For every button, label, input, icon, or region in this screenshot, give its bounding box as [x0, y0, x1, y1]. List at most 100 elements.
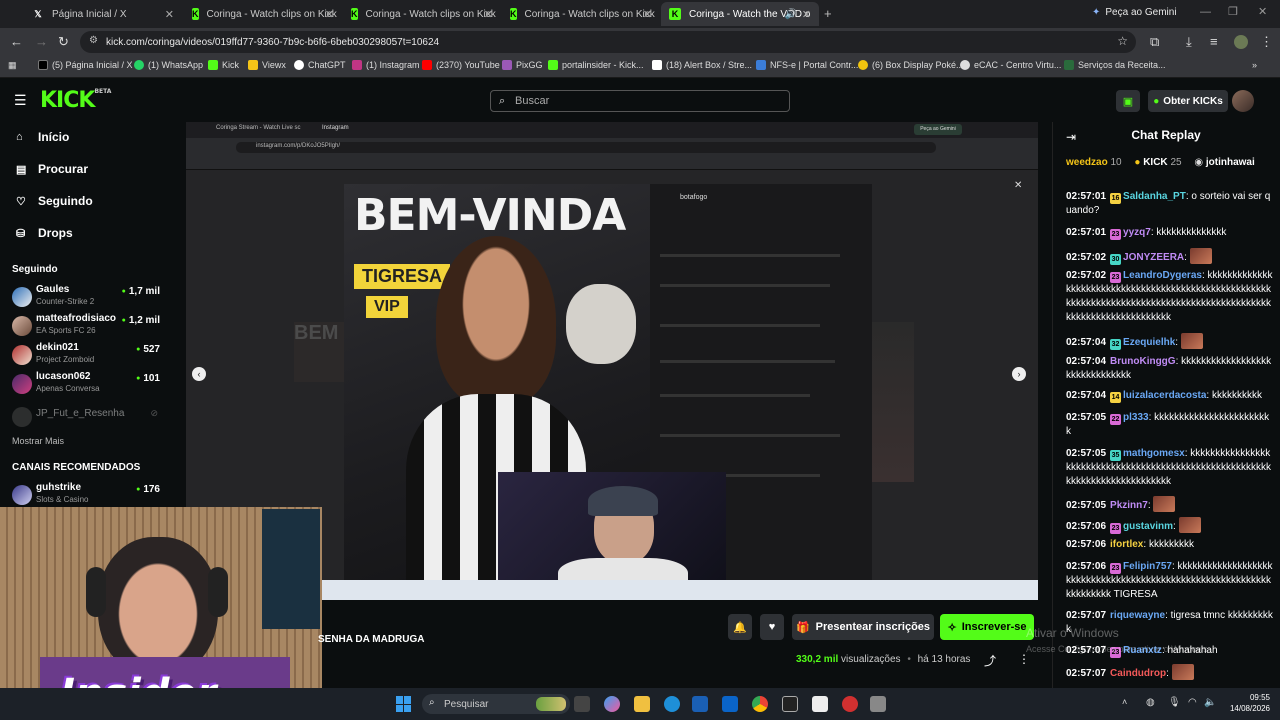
gemini-button[interactable]: ✦ Peça ao Gemini — [1092, 7, 1177, 18]
nav-drops[interactable]: ⛁ Drops — [16, 226, 73, 240]
outlook-icon[interactable] — [722, 696, 738, 712]
bookmark-item[interactable]: NFS-e | Portal Contr... — [756, 60, 858, 70]
channel-item[interactable]: dekin021 Project Zomboid 527 — [12, 342, 162, 368]
browser-tab[interactable]: K Coringa - Watch clips on Kick ✕ — [502, 2, 660, 26]
channel-item[interactable]: Gaules Counter-Strike 2 1,7 mil — [12, 284, 162, 310]
bookmark-item[interactable]: Kick — [208, 60, 239, 70]
taskbar-search[interactable]: ⌕ Pesquisar — [422, 694, 570, 714]
notification-bell-icon[interactable]: 🔔 — [728, 614, 752, 640]
browser-tab[interactable]: 𝕏 Página Inicial / X ✕ — [24, 2, 182, 26]
close-icon[interactable]: ✕ — [484, 8, 493, 21]
search-input[interactable]: ⌕ Buscar — [490, 90, 790, 112]
message-username[interactable]: JONYZEERA — [1123, 252, 1184, 263]
file-explorer-icon[interactable] — [634, 696, 650, 712]
kick-logo[interactable]: KICKBETA — [40, 88, 111, 113]
message-username[interactable]: yyzq7 — [1123, 227, 1151, 238]
get-kicks-button[interactable]: ● Obter KICKs — [1148, 90, 1228, 112]
speaker-icon[interactable]: 🔊 — [785, 9, 797, 20]
nav-browse[interactable]: ▤ Procurar — [16, 162, 88, 176]
maximize-icon[interactable]: ❐ — [1228, 5, 1238, 18]
bookmark-item[interactable]: portalinsider - Kick... — [548, 60, 644, 70]
close-window-icon[interactable]: ✕ — [1258, 5, 1267, 18]
bookmark-item[interactable]: (18) Alert Box / Stre... — [652, 60, 752, 70]
bookmark-item[interactable]: Viewx — [248, 60, 286, 70]
notepad-icon[interactable] — [812, 696, 828, 712]
network-icon[interactable]: ◍ — [1146, 697, 1155, 708]
subscribe-button[interactable]: ✧ Inscrever-se — [940, 614, 1034, 640]
more-bookmarks-icon[interactable]: » — [1252, 60, 1257, 70]
app-icon[interactable] — [870, 696, 886, 712]
windows-start-icon[interactable] — [396, 696, 412, 712]
taskbar-clock[interactable]: 09:55 14/08/2026 — [1222, 692, 1270, 714]
channel-item[interactable]: lucason062 Apenas Conversa 101 — [12, 371, 162, 397]
bookmark-item[interactable]: (6) Box Display Poké... — [858, 60, 964, 70]
more-options-icon[interactable]: ⋮ — [1018, 652, 1030, 666]
task-view-icon[interactable] — [574, 696, 590, 712]
wifi-icon[interactable]: ◠ — [1188, 697, 1197, 708]
tray-chevron-icon[interactable]: ˄ — [1122, 697, 1127, 707]
message-username[interactable]: mathgomesx — [1123, 448, 1185, 459]
hamburger-menu-icon[interactable]: ☰ — [14, 92, 27, 109]
kick-prime-icon[interactable]: ▣ — [1116, 90, 1140, 112]
app-icon[interactable] — [782, 696, 798, 712]
bookmark-item[interactable]: ChatGPT — [294, 60, 346, 70]
site-info-icon[interactable]: ⚙ — [89, 35, 98, 46]
close-icon[interactable]: ✕ — [643, 8, 652, 21]
browser-tab[interactable]: K Coringa - Watch clips on Kick ✕ — [343, 2, 501, 26]
message-username[interactable]: Ezequielhk — [1123, 337, 1175, 348]
show-more-link[interactable]: Mostrar Mais — [12, 436, 64, 446]
follow-heart-icon[interactable]: ♥ — [760, 614, 784, 640]
message-username[interactable]: BrunoKinggG — [1110, 356, 1176, 367]
message-username[interactable]: Pkzinn7 — [1110, 500, 1148, 511]
channel-item[interactable]: matteafrodisiaco EA Sports FC 26 1,2 mil — [12, 313, 162, 339]
volume-icon[interactable]: 🔈 — [1204, 697, 1216, 708]
message-username[interactable]: LeandroDygeras — [1123, 270, 1202, 281]
message-username[interactable]: Caindudrop — [1110, 668, 1166, 679]
copilot-icon[interactable] — [604, 696, 620, 712]
message-username[interactable]: ifortlex — [1110, 539, 1143, 550]
browser-tab[interactable]: K Coringa - Watch clips on Kick ✕ — [184, 2, 342, 26]
media-control-icon[interactable]: ≡ — [1210, 34, 1218, 49]
menu-icon[interactable]: ⋮ — [1260, 34, 1273, 50]
back-icon[interactable]: ← — [10, 34, 23, 49]
minimize-icon[interactable]: — — [1200, 6, 1211, 18]
message-username[interactable]: gustavinm — [1123, 521, 1173, 532]
url-field[interactable]: ⚙ kick.com/coringa/videos/019ffd77-9360-… — [80, 31, 1136, 53]
message-username[interactable]: pl333 — [1123, 412, 1149, 423]
chrome-icon[interactable] — [752, 696, 768, 712]
user-avatar[interactable] — [1232, 90, 1254, 112]
browser-tab-active[interactable]: K Coringa - Watch the VOD o 🔊 ✕ — [661, 2, 819, 26]
store-icon[interactable] — [692, 696, 708, 712]
profile-avatar[interactable] — [1234, 35, 1248, 49]
forward-icon[interactable]: → — [35, 34, 48, 49]
channel-item[interactable]: guhstrike Slots & Casino 176 — [12, 482, 162, 508]
app-icon[interactable] — [842, 696, 858, 712]
close-icon[interactable]: ✕ — [165, 8, 174, 21]
bookmark-item[interactable]: Serviços da Receita... — [1064, 60, 1166, 70]
apps-icon[interactable]: ▦ — [8, 60, 17, 71]
bookmark-item[interactable]: (1) Instagram — [352, 60, 420, 70]
nav-following[interactable]: ♡ Seguindo — [16, 194, 93, 208]
message-username[interactable]: Felipin757 — [1123, 561, 1172, 572]
new-tab-icon[interactable]: + — [824, 6, 832, 21]
reload-icon[interactable]: ↻ — [58, 34, 69, 50]
download-icon[interactable]: ⤓ — [1186, 34, 1192, 50]
channel-item-offline[interactable]: JP_Fut_e_Resenha ⊘ — [12, 404, 162, 430]
bookmark-item[interactable]: PixGG — [502, 60, 543, 70]
bookmark-star-icon[interactable]: ☆ — [1117, 34, 1128, 48]
close-icon[interactable]: ✕ — [325, 8, 334, 21]
extensions-icon[interactable]: ⧉ — [1150, 34, 1159, 50]
message-username[interactable]: Saldanha_PT — [1123, 191, 1186, 202]
bookmark-item[interactable]: (1) WhatsApp — [134, 60, 203, 70]
message-username[interactable]: luizalacerdacosta — [1123, 390, 1206, 401]
edge-icon[interactable] — [664, 696, 680, 712]
bookmark-item[interactable]: (2370) YouTube — [422, 60, 500, 70]
bookmark-item[interactable]: eCAC - Centro Virtu... — [960, 60, 1061, 70]
bookmark-item[interactable]: (5) Página Inicial / X — [38, 60, 133, 70]
close-icon[interactable]: ✕ — [802, 8, 811, 21]
mic-icon[interactable]: 🎙 — [1168, 697, 1181, 708]
gift-subs-button[interactable]: 🎁 Presentear inscrições — [792, 614, 934, 640]
message-username[interactable]: riquewayne — [1110, 610, 1165, 621]
nav-home[interactable]: ⌂ Início — [16, 130, 69, 144]
share-icon[interactable]: ⤴ — [984, 652, 996, 669]
